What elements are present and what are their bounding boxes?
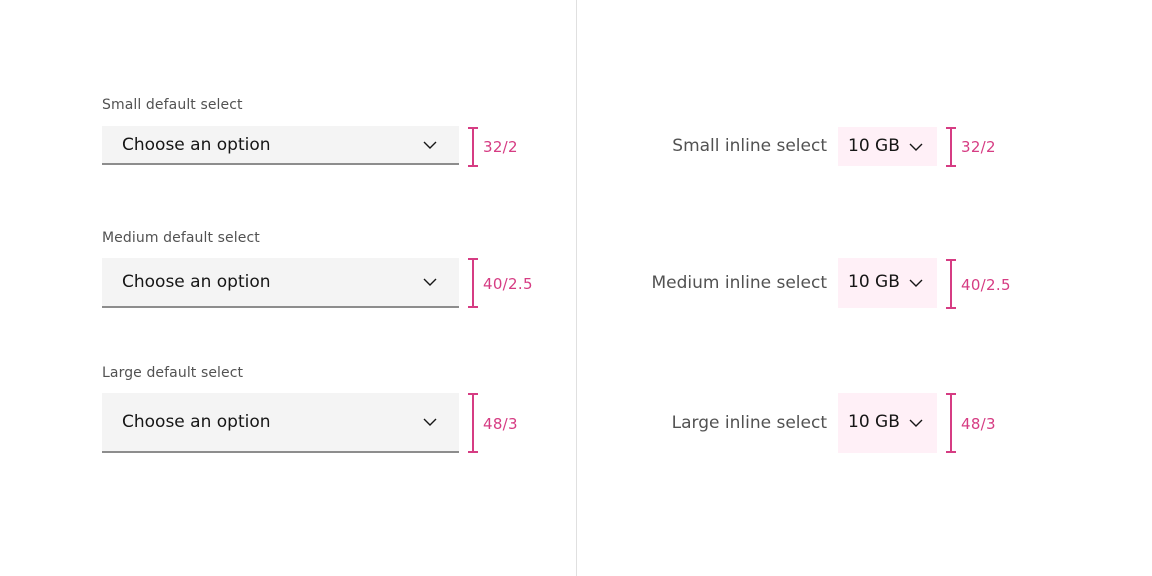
chevron-down-icon [909,142,923,152]
small-default-select[interactable]: Choose an option [102,126,459,165]
select-value: 10 GB [848,272,900,292]
large-inline-select[interactable]: 10 GB [838,393,937,453]
chevron-down-icon [423,277,437,287]
spec-label: 48/3 [483,415,518,433]
height-spec-marker [468,127,478,167]
select-value: Choose an option [122,412,271,432]
spec-label: 40/2.5 [961,276,1011,294]
medium-inline-select-label: Medium inline select [651,273,827,293]
chevron-down-icon [423,417,437,427]
select-value: 10 GB [848,136,900,156]
height-spec-marker [468,258,478,308]
chevron-down-icon [423,140,437,150]
large-inline-select-label: Large inline select [671,413,827,433]
select-value: 10 GB [848,412,900,432]
height-spec-marker [946,393,956,453]
spec-label: 48/3 [961,415,996,433]
medium-default-select-label: Medium default select [102,230,260,246]
small-inline-select[interactable]: 10 GB [838,127,937,166]
height-spec-marker [468,393,478,453]
medium-inline-select[interactable]: 10 GB [838,258,937,308]
height-spec-marker [946,127,956,167]
select-value: Choose an option [122,134,271,155]
spec-label: 32/2 [483,138,518,156]
spec-label: 40/2.5 [483,275,533,293]
height-spec-marker [946,259,956,309]
spec-label: 32/2 [961,138,996,156]
medium-default-select[interactable]: Choose an option [102,258,459,308]
large-default-select[interactable]: Choose an option [102,393,459,453]
large-default-select-label: Large default select [102,365,244,381]
small-inline-select-label: Small inline select [672,136,827,156]
chevron-down-icon [909,418,923,428]
chevron-down-icon [909,278,923,288]
select-value: Choose an option [122,272,271,292]
column-divider [576,0,577,576]
small-default-select-label: Small default select [102,97,243,113]
